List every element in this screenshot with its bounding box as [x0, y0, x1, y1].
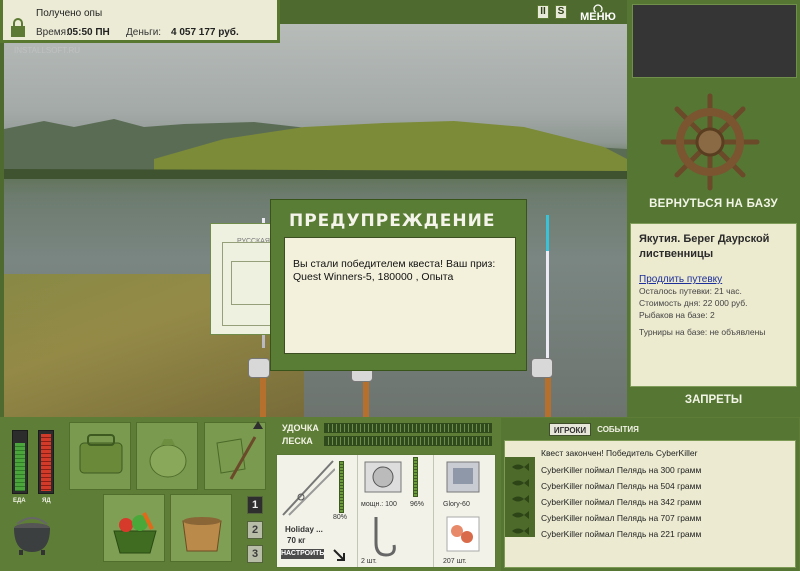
- warning-title: ПРЕДУПРЕЖДЕНИЕ: [289, 211, 496, 231]
- pause-button[interactable]: II: [537, 5, 549, 19]
- line-name: Glory-60: [443, 501, 470, 508]
- page-1-button[interactable]: 1: [247, 496, 263, 514]
- line-tension-bar: [324, 436, 492, 446]
- log-row: CyberKiller поймал Пелядь на 504 грамм: [541, 481, 702, 491]
- net-icon: [216, 436, 257, 480]
- warning-message: Вы стали победителем квеста! Ваш приз: Q…: [284, 237, 516, 354]
- log-row: CyberKiller поймал Пелядь на 300 грамм: [541, 465, 702, 475]
- money-value: 4 057 177 руб.: [171, 27, 239, 38]
- arrow-up-icon[interactable]: [253, 421, 263, 429]
- day-cost: Стоимость дня: 22 000 руб.: [639, 298, 748, 308]
- bait-count: 207 шт.: [443, 558, 467, 565]
- rod-name: Holiday ...: [285, 525, 323, 534]
- food-gauge-fill: [15, 442, 25, 491]
- reel-power: мощн.: 100: [361, 501, 397, 508]
- food-gauge: [12, 430, 28, 494]
- tournaments-status: Турниры на базе: не объявлены: [639, 327, 766, 337]
- fish-icon: [512, 511, 529, 519]
- slot-food-basket[interactable]: [103, 494, 165, 562]
- rod-wear-bar: [339, 461, 344, 513]
- watermark: INSTALLSOFT.RU: [14, 46, 81, 55]
- message-text: Получено опы: [36, 8, 103, 19]
- cauldron-icon[interactable]: [9, 512, 55, 556]
- rod-tension-bar: [324, 423, 492, 433]
- speed-button[interactable]: S: [555, 5, 567, 19]
- page-3-button[interactable]: 3: [247, 545, 263, 563]
- slot-bucket[interactable]: [170, 494, 232, 562]
- tab-players[interactable]: ИГРОКИ: [549, 423, 591, 436]
- warning-dialog[interactable]: ПРЕДУПРЕЖДЕНИЕ Вы стали победителем квес…: [270, 199, 527, 371]
- log-row: CyberKiller поймал Пелядь на 707 грамм: [541, 513, 702, 523]
- trip-remaining: Осталось путевки: 21 час.: [639, 286, 742, 296]
- background-dialog-inner: [231, 261, 275, 305]
- return-to-base-button[interactable]: ВЕРНУТЬСЯ НА БАЗУ: [630, 198, 797, 216]
- poison-gauge-fill: [41, 433, 51, 491]
- money-label: Деньги:: [126, 27, 162, 38]
- poison-gauge: [38, 430, 54, 494]
- fish-icon: [512, 527, 529, 535]
- rod-wear: 80%: [333, 514, 348, 521]
- hook-icon[interactable]: [366, 515, 400, 559]
- reel-wear-bar: [413, 457, 418, 497]
- hook-count: 2 шт.: [361, 558, 377, 565]
- reel-1-icon: [248, 358, 270, 378]
- location-panel: Якутия. Берег Даурской лиственницы Продл…: [630, 223, 797, 387]
- vegetable-basket-icon: [113, 512, 157, 554]
- minimap-area: [632, 4, 797, 78]
- line-label: ЛЕСКА: [282, 436, 313, 446]
- menu-button[interactable]: МЕНЮ: [578, 3, 618, 23]
- time-label: Время:: [36, 27, 69, 38]
- log-list[interactable]: Квест закончен! Победитель CyberKiller C…: [504, 440, 796, 568]
- rod-label: УДОЧКА: [282, 423, 319, 433]
- bucket-icon: [182, 517, 222, 552]
- quest-finished-text: Квест закончен! Победитель CyberKiller: [541, 448, 698, 458]
- tab-events[interactable]: СОБЫТИЯ: [595, 423, 641, 436]
- fish-icon: [512, 495, 529, 503]
- ship-wheel-icon: [593, 4, 603, 12]
- bans-button[interactable]: ЗАПРЕТЫ: [630, 394, 797, 412]
- location-title: Якутия. Берег Даурской лиственницы: [639, 233, 770, 260]
- reel-icon[interactable]: [363, 460, 403, 494]
- line-spool-icon[interactable]: [445, 460, 481, 494]
- time-value: 05:50 ПН: [67, 27, 110, 38]
- fish-icon: [512, 463, 529, 471]
- log-row: CyberKiller поймал Пелядь на 221 грамм: [541, 529, 702, 539]
- ship-wheel-icon: [660, 93, 760, 191]
- arrow-down-right-icon[interactable]: [333, 549, 345, 561]
- rod-weight: 70 кг: [287, 536, 306, 545]
- info-panel: Получено опы Время: 05:50 ПН Деньги: 4 0…: [0, 0, 280, 43]
- log-row: CyberKiller поймал Пелядь на 342 грамм: [541, 497, 702, 507]
- slot-bait-sack[interactable]: [136, 422, 198, 490]
- poison-label: ЯД: [42, 498, 51, 504]
- menu-label: МЕНЮ: [580, 11, 616, 23]
- food-label: ЕДА: [13, 498, 26, 504]
- rod-3[interactable]: [546, 215, 549, 360]
- tune-button[interactable]: НАСТРОИТЬ: [281, 549, 324, 559]
- bait-shrimp-icon[interactable]: [445, 515, 481, 553]
- page-2-button[interactable]: 2: [247, 521, 263, 539]
- extend-trip-link[interactable]: Продлить путевку: [639, 274, 788, 285]
- fishers-count: Рыбаков на базе: 2: [639, 310, 715, 320]
- reel-3-icon: [531, 358, 553, 378]
- bait-sack-icon: [149, 439, 187, 478]
- reel-wear: 96%: [410, 501, 425, 508]
- slot-tackle-bag[interactable]: [69, 422, 131, 490]
- tackle-bag-icon: [79, 434, 123, 474]
- lock-icon[interactable]: [10, 18, 26, 38]
- slot-net-oar[interactable]: [204, 422, 266, 490]
- fish-icon: [512, 479, 529, 487]
- hills-treeline: [4, 119, 627, 179]
- rod-icon[interactable]: [281, 459, 335, 517]
- background-dialog: РУССКАЯ: [210, 223, 275, 335]
